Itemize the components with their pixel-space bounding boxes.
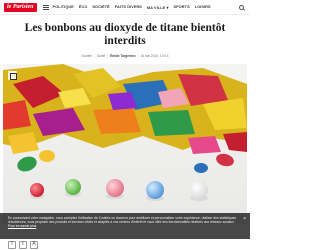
meta-author[interactable]: Émilie Torgemen bbox=[110, 54, 135, 58]
meta-separator: | bbox=[137, 53, 139, 58]
meta-separator: | bbox=[107, 53, 109, 58]
cookie-text: En poursuivant votre navigation, vous ac… bbox=[8, 216, 237, 229]
meta-section[interactable]: Société bbox=[81, 54, 92, 58]
nav-item-eco[interactable]: ÉCO bbox=[79, 5, 88, 10]
nav-item-sports[interactable]: SPORTS bbox=[173, 5, 189, 10]
nav-menu: POLITIQUE ÉCO SOCIÉTÉ FAITS DIVERS MA VI… bbox=[53, 5, 211, 10]
hamburger-menu-icon[interactable] bbox=[42, 4, 49, 10]
article-photo bbox=[3, 64, 247, 224]
twitter-share-button[interactable]: t bbox=[19, 240, 27, 249]
meta-date: 16 mai 2016, 17h14 bbox=[140, 53, 169, 58]
article-headline: Les bonbons au dioxyde de titane bientôt… bbox=[24, 22, 226, 47]
site-logo[interactable]: le Parisien bbox=[4, 2, 37, 12]
nav-item-politique[interactable]: POLITIQUE bbox=[53, 5, 74, 10]
search-icon[interactable] bbox=[239, 4, 244, 10]
text-size-button[interactable]: A bbox=[30, 240, 38, 249]
meta-subsection[interactable]: Santé bbox=[97, 54, 105, 58]
facebook-share-button[interactable]: f bbox=[8, 240, 16, 249]
cookie-more-link[interactable]: Pour en savoir plus bbox=[8, 224, 36, 228]
nav-item-loisirs[interactable]: LOISIRS bbox=[195, 5, 211, 10]
expand-image-icon[interactable] bbox=[8, 71, 17, 80]
nav-item-ma-ville[interactable]: MA VILLE ▾ bbox=[147, 5, 169, 10]
close-icon[interactable]: × bbox=[243, 216, 246, 222]
top-nav: le Parisien POLITIQUE ÉCO SOCIÉTÉ FAITS … bbox=[0, 0, 250, 15]
article-meta: Société | Santé | Émilie Torgemen | 16 m… bbox=[0, 52, 250, 59]
candies-image bbox=[3, 64, 247, 224]
nav-item-societe[interactable]: SOCIÉTÉ bbox=[92, 5, 109, 10]
meta-separator: | bbox=[94, 53, 95, 58]
nav-item-faits-divers[interactable]: FAITS DIVERS bbox=[115, 5, 142, 10]
cookie-banner: En poursuivant votre navigation, vous ac… bbox=[0, 213, 250, 239]
share-bar: f t A bbox=[0, 239, 250, 250]
